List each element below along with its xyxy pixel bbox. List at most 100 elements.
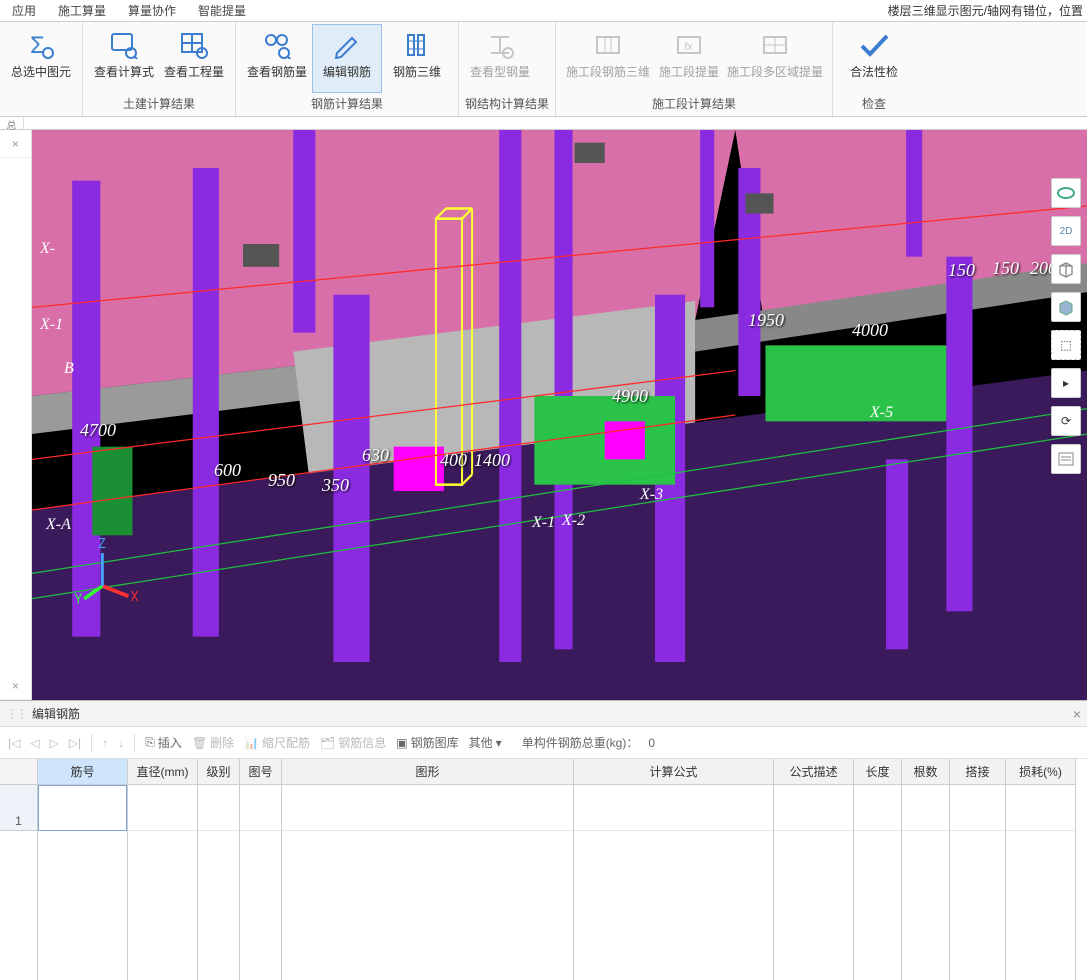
dim-annotation: 150	[992, 258, 1019, 279]
group-label-5: 检查	[839, 93, 909, 116]
next-button: ▷	[50, 736, 59, 750]
check-icon	[857, 29, 891, 61]
axis-label: X-2	[562, 512, 585, 530]
expand-tool[interactable]: ▸	[1051, 368, 1081, 398]
cell-th-1[interactable]	[240, 785, 281, 831]
cube-wire-icon[interactable]	[1051, 254, 1081, 284]
cube-solid-icon[interactable]	[1051, 292, 1081, 322]
dim-annotation: 4900	[612, 386, 648, 407]
col-count[interactable]: 根数	[902, 759, 949, 785]
cell-gs-1[interactable]	[574, 785, 773, 831]
dim-annotation: 600	[214, 460, 241, 481]
axis-label: X-	[40, 240, 55, 258]
cell-gn-1[interactable]	[902, 785, 949, 831]
dim-annotation: 150	[948, 260, 975, 281]
segmulti-icon	[758, 29, 792, 61]
cell-sh-1[interactable]	[1006, 785, 1075, 831]
tab-construction-qty[interactable]: 施工算量	[50, 0, 114, 21]
first-button: |◁	[8, 736, 20, 750]
svg-text:X: X	[130, 588, 138, 605]
sigma-icon: Σ	[24, 29, 58, 61]
col-desc[interactable]: 公式描述	[774, 759, 853, 785]
group-label-2: 钢筋计算结果	[242, 93, 452, 116]
orbit-tool[interactable]	[1051, 178, 1081, 208]
rebar-info-button: 🗂 钢筋信息	[320, 734, 386, 751]
rebar-table[interactable]: 1 筋号 直径(mm) 级别 图号 图形 计算公式 公式描述 长度 根数 搭接 …	[0, 759, 1087, 980]
top-tab-bar: 应用 施工算量 算量协作 智能提量 楼层三维显示图元/轴网有错位，位置	[0, 0, 1087, 22]
svg-text:Y: Y	[74, 590, 82, 607]
grid-search-icon	[177, 29, 211, 61]
cell-cd-1[interactable]	[854, 785, 901, 831]
axis-label: X-A	[46, 516, 71, 534]
group-label-3: 钢结构计算结果	[465, 93, 549, 116]
workspace: × ×	[0, 130, 1087, 700]
cell-shape-1[interactable]	[282, 785, 573, 831]
list-tool[interactable]	[1051, 444, 1081, 474]
model-svg: X Y Z	[32, 130, 1087, 700]
validate-button[interactable]: 合法性检	[839, 24, 909, 93]
seg-rebar-3d-button: 施工段钢筋三维	[562, 24, 654, 93]
panel-grip-icon[interactable]: ⋮⋮	[6, 707, 26, 721]
close-panel-1[interactable]: ×	[0, 130, 31, 158]
cell-lv-1[interactable]	[198, 785, 239, 831]
dim-annotation: 1400	[474, 450, 510, 471]
edit-rebar-panel: ⋮⋮ 编辑钢筋 × |◁ ◁ ▷ ▷| ↑ ↓ ⎘ 插入 🗑 删除 📊 缩尺配筋…	[0, 700, 1087, 980]
view-rebar-qty-button[interactable]: 查看钢筋量	[242, 24, 312, 93]
cell-dia-1[interactable]	[128, 785, 197, 831]
svg-text:fx: fx	[684, 41, 693, 53]
down-button: ↓	[118, 736, 124, 750]
col-shape[interactable]: 图形	[282, 759, 573, 785]
group-label-4: 施工段计算结果	[562, 93, 826, 116]
col-tuhao[interactable]: 图号	[240, 759, 281, 785]
rebar-3d-button[interactable]: 钢筋三维	[382, 24, 452, 93]
dim-annotation: 400	[440, 450, 467, 471]
dim-annotation: 350	[322, 475, 349, 496]
insert-row-button[interactable]: ⎘ 插入	[145, 734, 182, 751]
status-message: 楼层三维显示图元/轴网有错位，位置	[888, 2, 1083, 19]
cell-ms-1[interactable]	[774, 785, 853, 831]
calc-icon	[107, 29, 141, 61]
tab-app[interactable]: 应用	[4, 0, 44, 21]
cell-dj-1[interactable]	[950, 785, 1005, 831]
dim-annotation: 950	[268, 470, 295, 491]
axis-label: X-1	[532, 514, 555, 532]
total-selected-button[interactable]: Σ 总选中图元	[6, 24, 76, 110]
view-2d-button[interactable]: 2D	[1051, 216, 1081, 246]
segfx-icon: fx	[672, 29, 706, 61]
refresh-tool[interactable]: ⟳	[1051, 406, 1081, 436]
cell-jinhao-1[interactable]	[38, 785, 127, 831]
panel-close-button[interactable]: ×	[1073, 706, 1081, 722]
close-panel-2[interactable]: ×	[0, 672, 31, 700]
tab-smart-extract[interactable]: 智能提量	[190, 0, 254, 21]
tab-qty-collab[interactable]: 算量协作	[120, 0, 184, 21]
edit-rebar-button[interactable]: 编辑钢筋	[312, 24, 382, 93]
view-toolbar: 2D ⬚ ▸ ⟳	[1051, 178, 1081, 474]
panel-title: 编辑钢筋	[32, 705, 1073, 722]
group-label-1: 土建计算结果	[89, 93, 229, 116]
dim-annotation: 4700	[80, 420, 116, 441]
seg3d-icon	[591, 29, 625, 61]
other-dropdown[interactable]: 其他 ▾	[469, 734, 502, 751]
panel-toolbar: |◁ ◁ ▷ ▷| ↑ ↓ ⎘ 插入 🗑 删除 📊 缩尺配筋 🗂 钢筋信息 ▣ …	[0, 727, 1087, 759]
prev-button: ◁	[30, 736, 39, 750]
col-level[interactable]: 级别	[198, 759, 239, 785]
up-button: ↑	[102, 736, 108, 750]
view-calc-formula-button[interactable]: 查看计算式	[89, 24, 159, 93]
dim-annotation: 4000	[852, 320, 888, 341]
viewport-3d[interactable]: X Y Z 4700600950350630400140049001950400…	[32, 130, 1087, 700]
col-jinhao[interactable]: 筋号	[38, 759, 127, 785]
edit-icon	[330, 29, 364, 61]
row-number-1[interactable]: 1	[0, 785, 37, 831]
col-length[interactable]: 长度	[854, 759, 901, 785]
col-loss[interactable]: 损耗(%)	[1006, 759, 1075, 785]
view-engineering-qty-button[interactable]: 查看工程量	[159, 24, 229, 93]
col-splice[interactable]: 搭接	[950, 759, 1005, 785]
dim-annotation: 1950	[748, 310, 784, 331]
steel-icon	[483, 29, 517, 61]
svg-text:Z: Z	[98, 535, 105, 552]
rebar-library-button[interactable]: ▣ 钢筋图库	[396, 734, 458, 751]
col-formula[interactable]: 计算公式	[574, 759, 773, 785]
col-diameter[interactable]: 直径(mm)	[128, 759, 197, 785]
section-tool[interactable]: ⬚	[1051, 330, 1081, 360]
group-label-0	[6, 110, 76, 116]
